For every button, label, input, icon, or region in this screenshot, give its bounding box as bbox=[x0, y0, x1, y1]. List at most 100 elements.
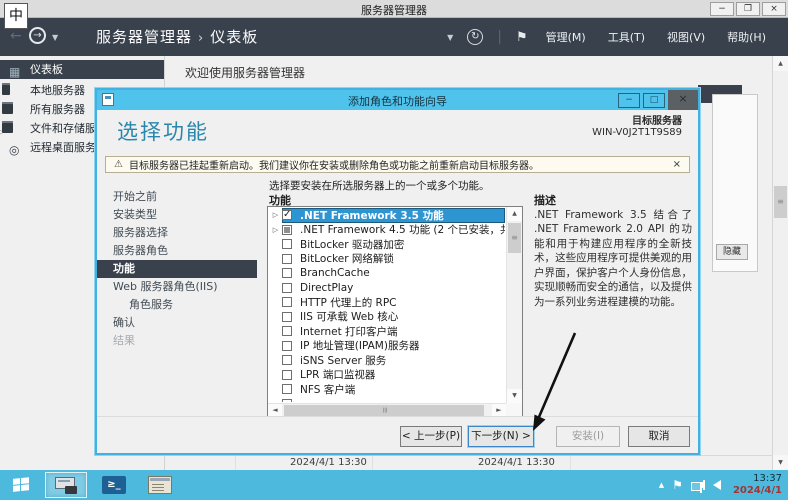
sidebar-item-label: 本地服务器 bbox=[30, 84, 85, 97]
wizard-step-5[interactable]: Web 服务器角色(IIS) bbox=[97, 278, 257, 296]
menu-manage[interactable]: 管理(M) bbox=[542, 27, 590, 47]
action-center-flag-icon[interactable] bbox=[672, 478, 683, 492]
feature-checkbox[interactable] bbox=[282, 225, 292, 235]
dialog-close-icon[interactable] bbox=[668, 90, 698, 110]
feature-row-9[interactable]: IP 地址管理(IPAM)服务器 bbox=[269, 339, 505, 354]
powershell-icon bbox=[102, 476, 126, 494]
features-vertical-scrollbar[interactable] bbox=[506, 207, 522, 403]
target-server-label: 目标服务器 bbox=[592, 112, 682, 127]
menu-view[interactable]: 视图(V) bbox=[663, 27, 709, 47]
console-window-icon bbox=[148, 476, 172, 494]
previous-button[interactable]: < 上一步(P) bbox=[400, 426, 462, 447]
wizard-step-2[interactable]: 服务器选择 bbox=[97, 224, 257, 242]
hide-button[interactable]: 隐藏 bbox=[716, 244, 748, 260]
menu-tools[interactable]: 工具(T) bbox=[604, 27, 649, 47]
feature-checkbox[interactable] bbox=[282, 254, 292, 264]
feature-checkbox[interactable] bbox=[282, 312, 292, 322]
wizard-step-6[interactable]: 角色服务 bbox=[97, 296, 257, 314]
dialog-titlebar[interactable]: 添加角色和功能向导 bbox=[97, 90, 698, 110]
wizard-step-7[interactable]: 确认 bbox=[97, 314, 257, 332]
scroll-down-icon[interactable] bbox=[507, 389, 522, 403]
chevron-down-icon[interactable] bbox=[447, 33, 453, 42]
feature-label: IP 地址管理(IPAM)服务器 bbox=[297, 338, 422, 353]
taskbar-server-manager[interactable] bbox=[45, 472, 87, 498]
install-button: 安装(I) bbox=[556, 426, 620, 447]
feature-checkbox[interactable] bbox=[282, 268, 292, 278]
scrollbar-thumb[interactable] bbox=[508, 223, 521, 253]
wizard-step-0[interactable]: 开始之前 bbox=[97, 188, 257, 206]
clock[interactable]: 13:37 2024/4/1 bbox=[729, 473, 782, 498]
feature-row-2[interactable]: BitLocker 驱动器加密 bbox=[269, 237, 505, 252]
table-column-divider bbox=[235, 455, 236, 470]
minimize-icon[interactable] bbox=[710, 2, 734, 16]
feature-row-7[interactable]: IIS 可承载 Web 核心 bbox=[269, 310, 505, 325]
features-horizontal-scrollbar[interactable] bbox=[268, 403, 506, 417]
feature-checkbox[interactable] bbox=[282, 297, 292, 307]
feature-row-6[interactable]: HTTP 代理上的 RPC bbox=[269, 295, 505, 310]
refresh-icon[interactable] bbox=[467, 29, 483, 45]
feature-checkbox[interactable] bbox=[282, 384, 292, 394]
feature-label: BranchCache bbox=[297, 267, 373, 279]
expand-arrow-icon[interactable] bbox=[269, 211, 282, 219]
notifications-flag-icon[interactable] bbox=[516, 30, 528, 45]
wizard-step-1[interactable]: 安装类型 bbox=[97, 206, 257, 224]
feature-row-13[interactable] bbox=[269, 397, 505, 403]
scrollbar-thumb[interactable] bbox=[774, 186, 787, 218]
feature-label: BitLocker 驱动器加密 bbox=[297, 237, 407, 252]
main-scrollbar[interactable] bbox=[772, 56, 788, 470]
feature-row-10[interactable]: iSNS Server 服务 bbox=[269, 353, 505, 368]
forward-dropdown-icon[interactable] bbox=[52, 33, 58, 42]
forward-arrow-icon[interactable] bbox=[29, 27, 46, 44]
scroll-up-icon[interactable] bbox=[773, 56, 788, 71]
feature-row-3[interactable]: BitLocker 网络解锁 bbox=[269, 252, 505, 267]
restore-icon[interactable] bbox=[736, 2, 760, 16]
feature-row-11[interactable]: LPR 端口监视器 bbox=[269, 368, 505, 383]
feature-row-4[interactable]: BranchCache bbox=[269, 266, 505, 281]
show-hidden-icons-icon[interactable] bbox=[659, 481, 664, 489]
event-timestamp: 2024/4/1 13:30 bbox=[478, 457, 555, 468]
taskbar-powershell[interactable] bbox=[94, 472, 134, 498]
feature-checkbox[interactable] bbox=[282, 370, 292, 380]
wizard-step-3[interactable]: 服务器角色 bbox=[97, 242, 257, 260]
warning-close-icon[interactable] bbox=[673, 159, 681, 170]
feature-checkbox[interactable] bbox=[282, 399, 292, 402]
feature-checkbox[interactable] bbox=[282, 239, 292, 249]
menu-help[interactable]: 帮助(H) bbox=[723, 27, 770, 47]
scroll-up-icon[interactable] bbox=[507, 207, 522, 221]
feature-checkbox[interactable] bbox=[282, 355, 292, 365]
dashboard-icon bbox=[9, 63, 22, 75]
feature-checkbox[interactable] bbox=[282, 341, 292, 351]
dialog-minimize-icon[interactable] bbox=[618, 93, 640, 108]
feature-checkbox[interactable] bbox=[282, 283, 292, 293]
volume-icon[interactable] bbox=[713, 480, 721, 490]
breadcrumb-root[interactable]: 服务器管理器 bbox=[96, 28, 192, 46]
feature-row-5[interactable]: DirectPlay bbox=[269, 281, 505, 296]
feature-row-0[interactable]: .NET Framework 3.5 功能 bbox=[269, 208, 505, 223]
wizard-step-4[interactable]: 功能 bbox=[97, 260, 257, 278]
taskbar-console-window[interactable] bbox=[140, 472, 180, 498]
close-icon[interactable] bbox=[762, 2, 786, 16]
navbar: 服务器管理器仪表板 管理(M) 工具(T) 视图(V) 帮助(H) bbox=[0, 18, 788, 56]
feature-checkbox[interactable] bbox=[282, 210, 292, 220]
welcome-heading: 欢迎使用服务器管理器 bbox=[185, 64, 305, 81]
scroll-down-icon[interactable] bbox=[773, 455, 788, 470]
feature-label: NFS 客户端 bbox=[297, 382, 358, 397]
feature-row-8[interactable]: Internet 打印客户端 bbox=[269, 324, 505, 339]
next-button[interactable]: 下一步(N) > bbox=[468, 426, 534, 447]
start-button[interactable] bbox=[0, 470, 42, 500]
feature-checkbox[interactable] bbox=[282, 326, 292, 336]
dialog-maximize-icon[interactable] bbox=[643, 93, 665, 108]
feature-row-12[interactable]: NFS 客户端 bbox=[269, 382, 505, 397]
feature-label: BitLocker 网络解锁 bbox=[297, 251, 397, 266]
warning-text: 目标服务器已挂起重新启动。我们建议你在安装或删除角色或功能之前重新启动目标服务器… bbox=[129, 157, 539, 172]
sidebar-item-0[interactable]: 仪表板 bbox=[0, 60, 164, 79]
cancel-button[interactable]: 取消 bbox=[628, 426, 690, 447]
breadcrumb-separator-icon bbox=[192, 31, 210, 46]
back-arrow-icon[interactable] bbox=[10, 28, 22, 44]
ime-indicator[interactable]: 中 bbox=[4, 3, 28, 29]
breadcrumb-current[interactable]: 仪表板 bbox=[210, 28, 258, 46]
scrollbar-thumb[interactable] bbox=[284, 405, 484, 416]
feature-label: LPR 端口监视器 bbox=[297, 367, 378, 382]
expand-arrow-icon[interactable] bbox=[269, 226, 282, 234]
feature-row-1[interactable]: .NET Framework 4.5 功能 (2 个已安装，共 7 个) bbox=[269, 223, 505, 238]
